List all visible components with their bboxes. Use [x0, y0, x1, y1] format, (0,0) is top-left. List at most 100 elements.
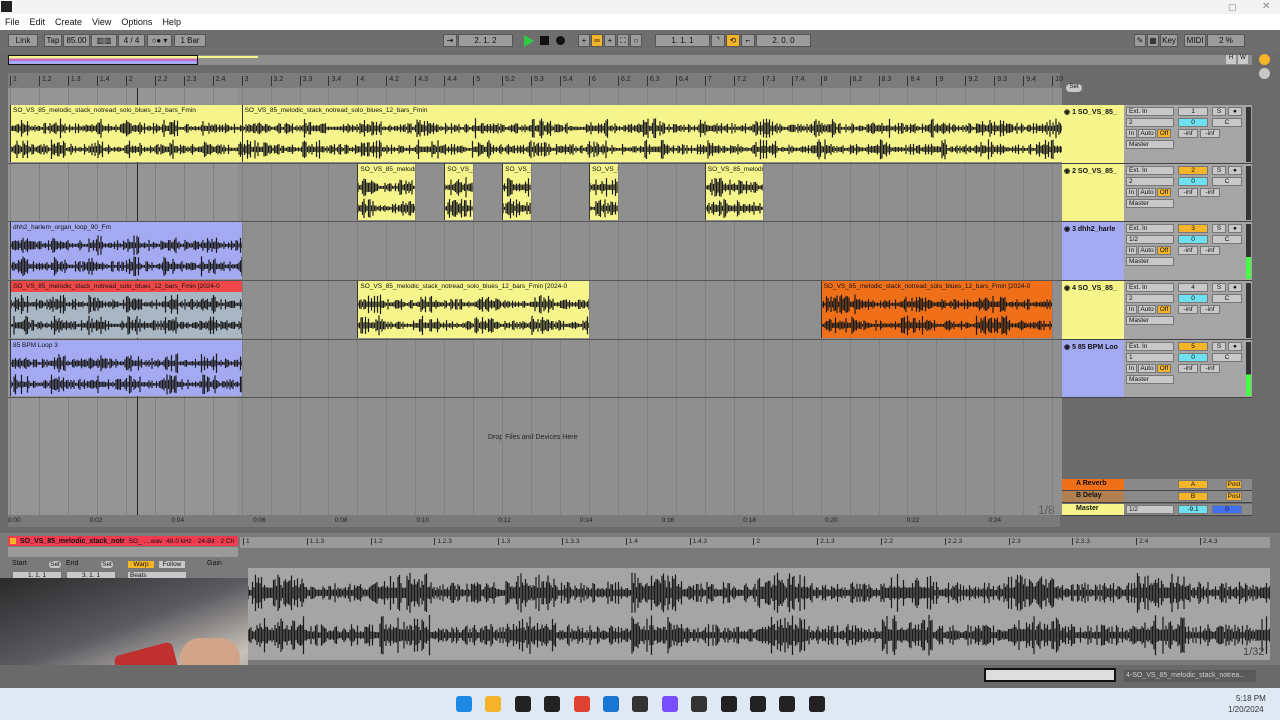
clip-name[interactable]: SO_VS_85_melodic [503, 163, 532, 175]
sample-ruler-label[interactable]: 1.1.3 [306, 538, 324, 545]
audio-clip[interactable]: SO_VS_85_melodic [589, 163, 618, 221]
tempo-field[interactable]: 85.00 [63, 34, 90, 47]
ruler-label[interactable]: 7.3 [762, 76, 775, 86]
loop-start-field[interactable]: 1. 1. 1 [655, 34, 710, 47]
time-label[interactable]: 0:20 [825, 517, 838, 524]
clip-name[interactable]: SO_VS_85_melodic_stack_notr [20, 538, 125, 545]
ruler-label[interactable]: 10 [1052, 76, 1063, 86]
ruler-label[interactable]: 2 [125, 76, 133, 86]
pan-field[interactable]: C [1212, 235, 1242, 245]
time-label[interactable]: 0:18 [743, 517, 756, 524]
clip-name[interactable]: 85 BPM Loop 3 [11, 339, 242, 351]
sample-ruler-label[interactable]: 1.3.3 [562, 538, 579, 545]
return-name[interactable]: Master [1062, 503, 1124, 515]
arm-button[interactable]: ● [1228, 224, 1242, 234]
tap-button[interactable]: Tap [44, 34, 62, 47]
track-name[interactable]: ◉ 2 SO_VS_85_ [1062, 163, 1124, 222]
time-label[interactable]: 0:10 [417, 517, 430, 524]
ableton-live-3-icon[interactable] [808, 696, 825, 712]
set-end-button[interactable]: Set [100, 560, 114, 569]
time-ruler[interactable]: 0:00 0:02 0:04 0:06 0:08 0:10 0:12 0:14 0:16 0:18… [8, 515, 1060, 527]
output-select[interactable]: Master [1126, 140, 1174, 149]
windows-start-icon[interactable] [456, 696, 472, 712]
solo-button[interactable]: S [1212, 283, 1226, 293]
fold-icon[interactable]: ◉ [1064, 226, 1072, 233]
ruler-label[interactable]: 1.3 [67, 76, 81, 86]
pan-field[interactable]: C [1212, 352, 1242, 362]
input-channel-select[interactable]: 1/2 [1126, 235, 1174, 245]
audio-clip[interactable]: SO_VS_85_melodic_stack_notread_solo_blue… [357, 281, 589, 338]
ruler-label[interactable]: 9 [936, 76, 943, 86]
input-channel-select[interactable]: 2 [1126, 176, 1174, 186]
solo-button[interactable]: S [1212, 224, 1226, 234]
monitor-in-button[interactable]: In [1126, 305, 1137, 315]
app-purple-icon[interactable] [661, 696, 678, 712]
automation-arm-icon[interactable]: ∞ [591, 34, 603, 47]
set-button[interactable]: Set [1066, 84, 1082, 92]
input-type-select[interactable]: Ext. In [1126, 224, 1174, 234]
monitor-auto-button[interactable]: Auto [1138, 246, 1156, 256]
ruler-label[interactable]: 1 [10, 76, 17, 86]
nudge-buttons[interactable]: ▥▥ [91, 34, 117, 47]
sample-ruler-label[interactable]: 1 [243, 538, 250, 545]
fold-icon[interactable]: ◉ [1064, 109, 1072, 116]
stop-icon[interactable] [540, 36, 549, 45]
input-type-select[interactable]: Ext. In [1126, 107, 1174, 116]
ruler-label[interactable]: 3.2 [270, 76, 283, 86]
input-type-select[interactable]: Ext. In [1126, 165, 1174, 175]
ruler-label[interactable]: 4.3 [415, 76, 428, 86]
ruler-label[interactable]: 3.3 [299, 76, 312, 86]
input-type-select[interactable]: Ext. In [1126, 283, 1174, 293]
clock-time[interactable]: 5:18 PM [1236, 694, 1266, 703]
time-label[interactable]: 0:04 [171, 517, 184, 524]
return-name[interactable]: A Reverb [1062, 479, 1124, 490]
capture-icon[interactable]: ⛶ [617, 34, 629, 47]
clip-name[interactable]: SO_VS_85_melodic_stack_notread_solo_blue… [358, 281, 589, 293]
menu-view[interactable]: View [92, 17, 111, 27]
monitor-in-button[interactable]: In [1126, 187, 1137, 197]
time-label[interactable]: 0:08 [335, 517, 348, 524]
fold-icon[interactable]: ◉ [1064, 344, 1072, 351]
sample-waveform[interactable] [247, 568, 1271, 660]
output-select[interactable]: Master [1126, 198, 1174, 208]
record-icon[interactable] [556, 36, 565, 45]
beat-time-ruler[interactable]: 1 1.2 1.3 1.4 2 2.2 2.3 2.4 3 3.2 3.3 3.4 4 4.2 4.3 4.4… [8, 73, 1063, 88]
master-pan[interactable]: 0 [1212, 504, 1242, 514]
return-post[interactable]: Post [1226, 480, 1242, 489]
sample-ruler-label[interactable]: 1.3 [498, 538, 510, 545]
track-activator[interactable]: 5 [1178, 341, 1208, 351]
clip-name[interactable]: SO_VS_85_melodic_stack_notread_solo_blue… [11, 281, 242, 293]
arm-button[interactable]: ● [1228, 165, 1242, 175]
fold-icon[interactable]: ◉ [1064, 168, 1072, 175]
ableton-live-icon[interactable] [514, 696, 531, 712]
file-explorer-icon[interactable] [485, 696, 502, 712]
arrangement-position[interactable]: 2. 1. 2 [458, 34, 513, 47]
quantize-menu[interactable]: 1 Bar [174, 34, 206, 47]
ruler-label[interactable]: 8.3 [878, 76, 891, 86]
punch-out-icon[interactable]: ⌐ [741, 34, 755, 47]
fold-icon[interactable]: ◉ [1064, 285, 1072, 292]
input-type-select[interactable]: Ext. In [1126, 341, 1174, 351]
time-label[interactable]: 0:00 [8, 517, 21, 524]
app-blue-icon[interactable] [603, 696, 619, 712]
clip-name[interactable]: SO_VS_85_melodic_stack_notread_solo_blue… [821, 281, 1053, 293]
ruler-label[interactable]: 3.4 [328, 76, 341, 86]
clip-name[interactable]: dhh2_harlem_organ_loop_90_Fm [11, 222, 242, 234]
ruler-label[interactable]: 7 [704, 76, 712, 86]
ruler-label[interactable]: 6.4 [675, 76, 689, 86]
master-volume[interactable]: -9.1 [1178, 504, 1208, 514]
loop-length-field[interactable]: 2. 0. 0 [756, 34, 811, 47]
time-label[interactable]: 0:02 [90, 517, 103, 524]
ruler-label[interactable]: 3 [241, 76, 249, 86]
ruler-label[interactable]: 8.4 [907, 76, 920, 86]
audio-clip[interactable]: SO_VS_85_melodic_stack_notread_solo_blue… [820, 281, 1053, 338]
back-to-arrangement-icon[interactable]: + [604, 34, 616, 47]
time-label[interactable]: 0:12 [498, 517, 511, 524]
peak-left[interactable]: -inf [1178, 129, 1198, 138]
monitor-in-button[interactable]: In [1126, 129, 1137, 138]
close-button[interactable]: ✕ [1262, 1, 1270, 12]
track-activator[interactable]: 4 [1178, 283, 1208, 293]
overview-visible-region[interactable] [8, 55, 198, 65]
menu-edit[interactable]: Edit [30, 17, 46, 27]
clip-name[interactable]: SO_VS_85_melodic_stack_notread_solo_blue… [11, 105, 242, 116]
